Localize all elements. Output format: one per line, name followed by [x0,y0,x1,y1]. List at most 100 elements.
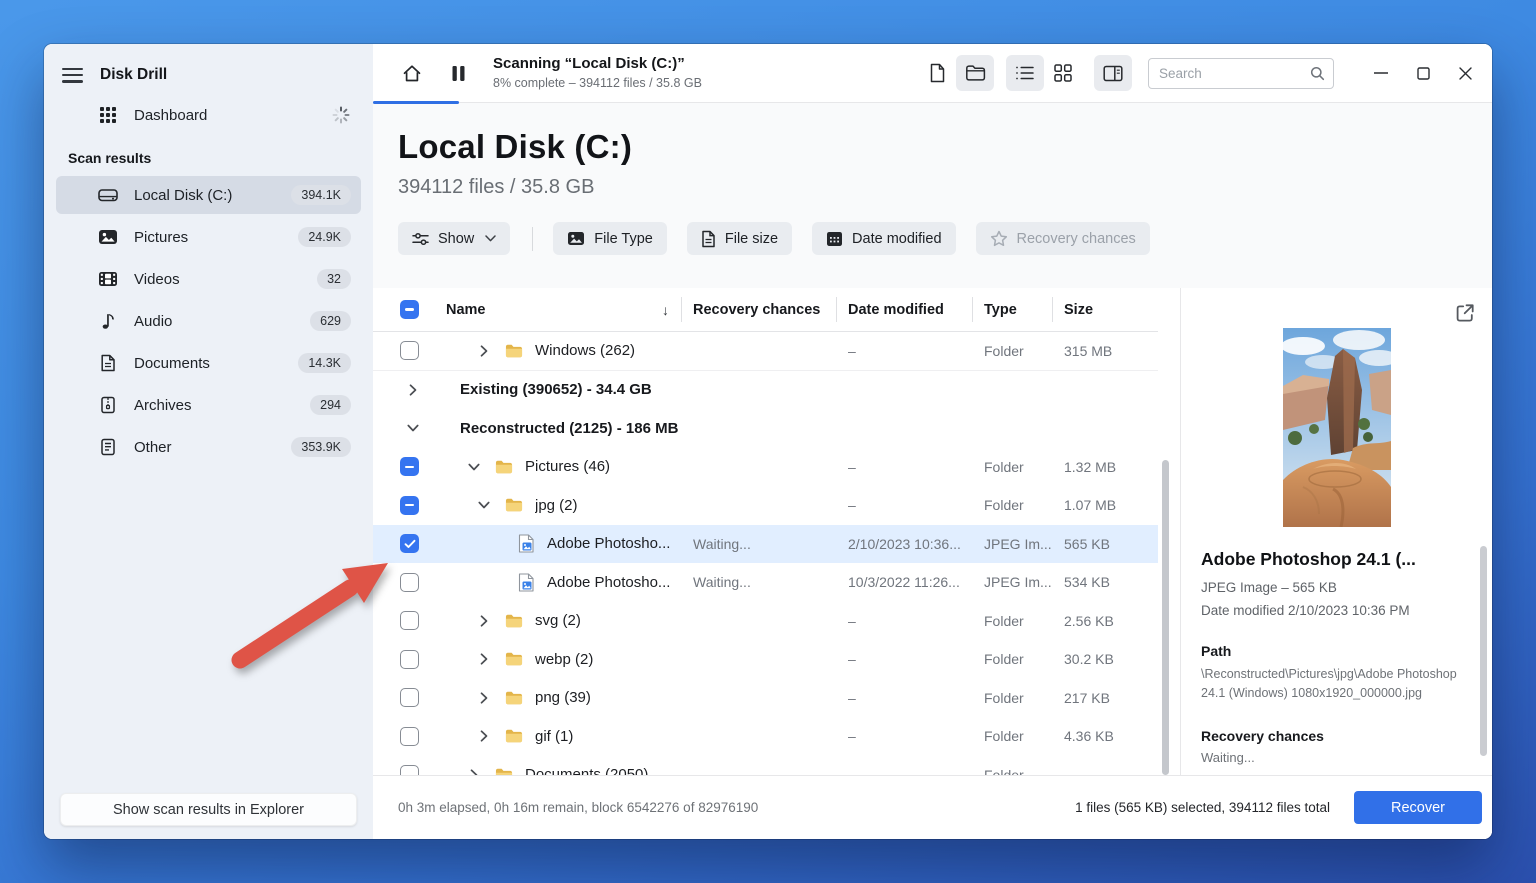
spinner-icon [331,105,351,125]
panel-scrollbar[interactable] [1480,546,1487,756]
chevron-right-icon[interactable] [477,692,491,704]
count-badge: 294 [310,395,351,415]
documents-icon [98,353,118,373]
type-cell: Folder [972,497,1052,513]
close-button[interactable] [1444,53,1486,93]
sort-descending-icon[interactable]: ↓ [662,302,669,318]
hamburger-menu-icon[interactable] [62,68,83,83]
count-badge: 32 [317,269,351,289]
recovery-chances-cell: Waiting... [681,536,836,552]
checkbox[interactable] [400,573,419,592]
date-modified-cell: 2/10/2023 10:36... [836,536,972,552]
table-row[interactable]: Documents (2050) – Folder [373,756,1158,776]
checkbox[interactable] [400,650,419,669]
sidebar-item-documents[interactable]: Documents 14.3K [56,344,361,382]
preview-panel-toggle-icon[interactable] [1094,55,1132,91]
search-input[interactable] [1159,66,1310,81]
chevron-right-icon[interactable] [467,769,481,775]
sidebar: Disk Drill Dashboard Scan results Local … [44,44,373,839]
select-all-checkbox[interactable] [400,300,419,319]
sidebar-item-label: Documents [134,355,298,372]
sidebar-item-local-disk-c[interactable]: Local Disk (C:) 394.1K [56,176,361,214]
chevron-right-icon[interactable] [477,345,491,357]
chevron-down-icon[interactable] [467,463,481,471]
checkbox[interactable] [400,688,419,707]
videos-icon [98,269,118,289]
column-header-recovery-chances[interactable]: Recovery chances [681,288,836,331]
checkbox[interactable] [400,457,419,476]
chevron-down-icon[interactable] [406,424,420,432]
chevron-right-icon[interactable] [406,384,420,396]
table-row[interactable]: jpg (2) – Folder 1.07 MB [373,486,1158,525]
folder-icon [495,766,513,775]
sidebar-item-dashboard[interactable]: Dashboard [56,98,361,132]
table-row[interactable]: Adobe Photosho... Waiting... 2/10/2023 1… [373,525,1158,564]
table-group-row[interactable]: Existing (390652) - 34.4 GB [373,371,1158,410]
selection-summary: 1 files (565 KB) selected, 394112 files … [1075,800,1330,815]
checkbox[interactable] [400,611,419,630]
count-badge: 24.9K [298,227,351,247]
pictures-icon [98,227,118,247]
sidebar-item-archives[interactable]: Archives 294 [56,386,361,424]
chevron-down-icon[interactable] [477,501,491,509]
recover-button[interactable]: Recover [1354,791,1482,824]
file-preview-image[interactable] [1283,328,1391,527]
column-header-name[interactable]: Name ↓ [425,288,681,331]
grid-view-icon[interactable] [1044,55,1082,91]
filter-recovery-chances-button[interactable]: Recovery chances [976,222,1150,255]
list-view-icon[interactable] [1006,55,1044,91]
search-icon [1310,66,1325,81]
checkbox[interactable] [400,496,419,515]
date-modified-cell: – [836,613,972,629]
column-header-size[interactable]: Size [1052,288,1158,331]
checkbox[interactable] [400,341,419,360]
table-row[interactable]: png (39) – Folder 217 KB [373,679,1158,718]
show-filter-button[interactable]: Show [398,222,510,255]
table-row[interactable]: gif (1) – Folder 4.36 KB [373,717,1158,756]
file-name: jpg (2) [535,497,578,514]
folder-icon [505,650,523,668]
checkbox[interactable] [400,727,419,746]
filter-file-type-button[interactable]: File Type [553,222,667,255]
filter-file-size-button[interactable]: File size [687,222,792,255]
column-header-type[interactable]: Type [972,288,1052,331]
column-header-date-modified[interactable]: Date modified [836,288,972,331]
sidebar-item-audio[interactable]: Audio 629 [56,302,361,340]
chevron-right-icon[interactable] [477,730,491,742]
table-group-row[interactable]: Reconstructed (2125) - 186 MB [373,409,1158,448]
results-body: Name ↓ Recovery chances Date modified Ty… [373,288,1492,775]
open-folder-icon[interactable] [956,55,994,91]
sidebar-item-videos[interactable]: Videos 32 [56,260,361,298]
table-row[interactable]: Windows (262) – Folder 315 MB [373,332,1158,371]
show-in-explorer-button[interactable]: Show scan results in Explorer [60,793,357,826]
document-icon [701,230,716,248]
home-button[interactable] [393,55,431,91]
table-row[interactable]: Adobe Photosho... Waiting... 10/3/2022 1… [373,563,1158,602]
table-row[interactable]: svg (2) – Folder 2.56 KB [373,602,1158,641]
checkbox[interactable] [400,534,419,553]
minimize-button[interactable] [1360,53,1402,93]
app-title: Disk Drill [100,66,167,84]
table-row[interactable]: webp (2) – Folder 30.2 KB [373,640,1158,679]
checkbox[interactable] [400,765,419,775]
sidebar-item-pictures[interactable]: Pictures 24.9K [56,218,361,256]
pause-scan-button[interactable] [439,55,477,91]
table-row[interactable]: Pictures (46) – Folder 1.32 MB [373,448,1158,487]
sidebar-item-other[interactable]: Other 353.9K [56,428,361,466]
recovery-chances-label: Recovery chances [1201,728,1472,744]
sidebar-list: Local Disk (C:) 394.1K Pictures 24.9K Vi… [44,174,373,468]
type-cell: JPEG Im... [972,574,1052,590]
maximize-button[interactable] [1402,53,1444,93]
new-file-icon[interactable] [918,55,956,91]
file-table: Name ↓ Recovery chances Date modified Ty… [373,288,1180,775]
size-cell: 315 MB [1052,343,1158,359]
table-scrollbar[interactable] [1162,460,1169,775]
file-name: Adobe Photosho... [547,535,670,552]
filter-date-modified-button[interactable]: Date modified [812,222,955,255]
chevron-right-icon[interactable] [477,615,491,627]
size-cell: 4.36 KB [1052,728,1158,744]
open-external-icon[interactable] [1450,298,1480,328]
dashboard-grid-icon [98,105,118,125]
chevron-right-icon[interactable] [477,653,491,665]
sidebar-item-label: Pictures [134,229,298,246]
